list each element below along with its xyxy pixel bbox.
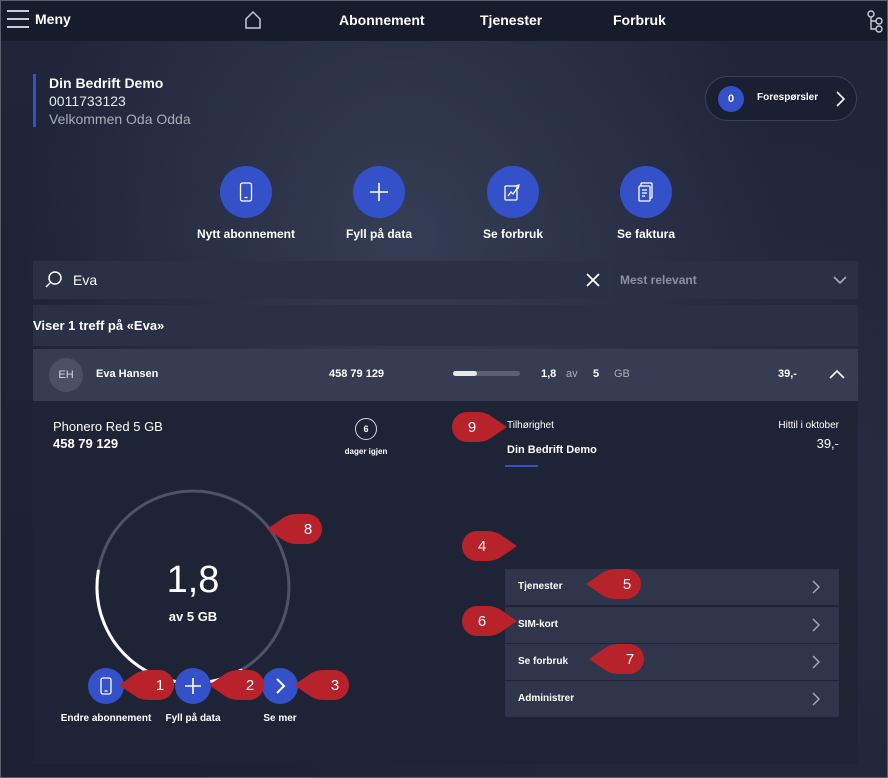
see-usage-circle: [487, 166, 539, 218]
subscriber-name: Eva Hansen: [96, 368, 159, 380]
service-label: SIM-kort: [518, 619, 558, 630]
search-input[interactable]: [73, 270, 573, 290]
new-subscription-label: Nytt abonnement: [196, 227, 295, 241]
annotation-marker-4: 4: [457, 531, 517, 561]
subscriber-number: 458 79 129: [329, 368, 385, 380]
company-info: Din Bedrift Demo 0011733123 Velkommen Od…: [33, 74, 191, 127]
subscription-row[interactable]: EH Eva Hansen 458 79 129 1,8 av 5 GB 39,…: [33, 349, 858, 401]
service-item-tjenester[interactable]: Tjenester: [505, 569, 839, 605]
gauge-value: 1,8: [166, 559, 220, 601]
annotation-marker-8: 8: [267, 514, 327, 544]
new-subscription-circle: [220, 166, 272, 218]
phone-icon: [100, 677, 112, 695]
days-left-label: dager igjen: [344, 447, 388, 456]
usage-unit: GB: [614, 368, 630, 380]
search-icon: [45, 271, 62, 288]
chevron-right-icon: [812, 618, 820, 632]
phone-icon: [239, 182, 253, 202]
invoice-icon: [638, 182, 653, 202]
annotation-marker-2: 2: [209, 670, 269, 700]
plan-number: 458 79 129: [53, 436, 119, 451]
top-up-data-action[interactable]: Fyll på data: [319, 166, 439, 241]
requests-button[interactable]: 0 Forespørsler: [705, 76, 857, 121]
chevron-down-icon: [833, 276, 847, 285]
annotation-marker-3: 3: [294, 670, 354, 700]
plan-name: Phonero Red 5 GB: [53, 419, 163, 434]
sort-selected-value: Mest relevant: [620, 273, 697, 287]
usage-total: 5: [593, 368, 600, 380]
avatar: EH: [49, 358, 83, 392]
belonging-tab[interactable]: Din Bedrift Demo: [507, 444, 597, 456]
requests-count-badge: 0: [718, 86, 744, 112]
see-usage-action[interactable]: Se forbruk: [453, 166, 573, 241]
subscription-detail-panel: Phonero Red 5 GB 458 79 129 6 dager igje…: [33, 401, 858, 764]
belonging-label: Tilhørighet: [507, 420, 554, 431]
new-subscription-action[interactable]: Nytt abonnement: [186, 166, 306, 241]
chevron-right-icon: [812, 655, 820, 669]
chevron-right-icon: [276, 678, 286, 694]
annotation-marker-1: 1: [119, 670, 179, 700]
hamburger-menu-icon[interactable]: [7, 10, 29, 30]
service-label: Administrer: [518, 693, 575, 704]
days-left-badge: 6: [355, 418, 377, 440]
org-tree-icon[interactable]: [865, 9, 885, 33]
plus-icon: [370, 183, 388, 201]
results-bar: Viser 1 treff på «Eva»: [33, 305, 858, 346]
top-up-data-label-small: Fyll på data: [165, 713, 221, 724]
annotation-marker-7: 7: [589, 644, 649, 674]
annotation-marker-6: 6: [457, 606, 517, 636]
period-label: Hittil i oktober: [778, 420, 839, 431]
see-invoice-action[interactable]: Se faktura: [586, 166, 706, 241]
usage-progress-fill: [453, 371, 478, 376]
see-usage-label: Se forbruk: [482, 227, 543, 241]
usage-of: av: [566, 368, 578, 380]
see-more-label: Se mer: [263, 713, 297, 724]
usage-chart-icon: [504, 184, 520, 201]
chevron-right-icon: [812, 692, 820, 706]
subscription-price: 39,-: [778, 368, 797, 380]
service-item-sim-kort[interactable]: SIM-kort: [505, 607, 839, 643]
welcome-text: Velkommen Oda Odda: [49, 111, 191, 127]
annotation-marker-5: 5: [586, 569, 646, 599]
service-item-administrer[interactable]: Administrer: [505, 681, 839, 717]
nav-abonnement[interactable]: Abonnement: [339, 12, 425, 28]
usage-progress-bar: [453, 371, 520, 376]
requests-label: Forespørsler: [757, 92, 819, 103]
plus-icon: [185, 678, 201, 694]
home-icon[interactable]: [244, 10, 262, 30]
see-invoice-label: Se faktura: [616, 227, 676, 241]
top-up-data-label: Fyll på data: [345, 227, 413, 241]
service-item-se-forbruk[interactable]: Se forbruk: [505, 644, 839, 680]
period-amount: 39,-: [816, 436, 839, 451]
change-subscription-label: Endre abonnement: [60, 713, 152, 724]
annotation-marker-9: 9: [447, 412, 507, 442]
results-count-text: Viser 1 treff på «Eva»: [33, 318, 165, 333]
service-label: Se forbruk: [518, 656, 569, 667]
see-invoice-circle: [620, 166, 672, 218]
search-box: [33, 261, 608, 299]
nav-tjenester[interactable]: Tjenester: [480, 12, 542, 28]
usage-used: 1,8: [541, 368, 557, 380]
nav-forbruk[interactable]: Forbruk: [613, 12, 666, 28]
belonging-tab-underline: [505, 465, 538, 467]
company-number: 0011733123: [49, 93, 126, 109]
top-up-data-circle: [353, 166, 405, 218]
top-navigation-bar: Meny Abonnement Tjenester Forbruk: [1, 1, 887, 41]
company-name: Din Bedrift Demo: [49, 75, 164, 91]
chevron-right-icon: [812, 580, 820, 594]
service-label: Tjenester: [518, 581, 563, 592]
close-icon[interactable]: [584, 271, 602, 289]
top-up-data-circle-small: [175, 668, 211, 704]
sort-select[interactable]: Mest relevant: [612, 261, 858, 299]
chevron-up-icon[interactable]: [828, 368, 846, 380]
menu-label[interactable]: Meny: [35, 11, 71, 27]
gauge-caption: av 5 GB: [168, 609, 218, 624]
chevron-right-icon: [836, 91, 846, 107]
main-content: Din Bedrift Demo 0011733123 Velkommen Od…: [1, 41, 887, 777]
